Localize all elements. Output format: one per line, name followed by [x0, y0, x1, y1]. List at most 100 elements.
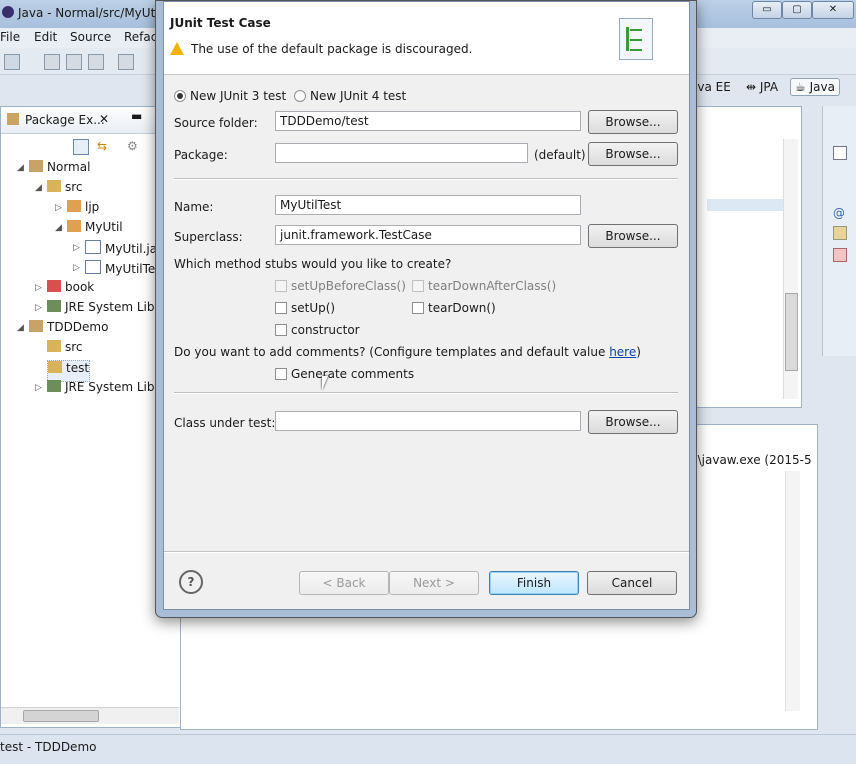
class-under-test-input[interactable]	[275, 411, 581, 431]
perspective-switcher: ava EE ⇹ JPA ☕ Java	[690, 76, 856, 102]
package-icon	[47, 280, 61, 292]
menu-source[interactable]: Source	[70, 30, 111, 44]
superclass-label: Superclass:	[174, 230, 243, 244]
collapse-all-icon[interactable]	[73, 139, 89, 155]
library-icon	[47, 380, 61, 392]
teardown-checkbox[interactable]	[412, 302, 424, 314]
tree-item-myutil-java[interactable]: ▷ MyUtil.ja	[73, 240, 157, 260]
declaration-icon[interactable]	[833, 226, 847, 240]
setupbeforeclass-checkbox[interactable]	[275, 280, 287, 292]
close-tab-icon[interactable]: ✕	[99, 112, 109, 126]
perspective-jpa[interactable]: ⇹ JPA	[746, 80, 778, 94]
status-text: test - TDDDemo	[0, 740, 97, 754]
problems-icon[interactable]	[833, 248, 847, 262]
tree-item-book[interactable]: ▷ book	[35, 280, 94, 300]
package-explorer-tabbar: Package Ex... ✕ ▬	[1, 107, 181, 134]
class-under-test-browse-button[interactable]: Browse...	[588, 410, 678, 434]
save-icon[interactable]	[44, 54, 60, 70]
print-icon[interactable]	[88, 54, 104, 70]
superclass-input[interactable]: junit.framework.TestCase	[275, 225, 581, 245]
tree-item-src[interactable]: ◢ src	[35, 180, 83, 200]
tree-item-myutil[interactable]: ◢ MyUtil	[55, 220, 123, 240]
teardownafterclass-checkbox[interactable]	[412, 280, 424, 292]
tree-label: book	[65, 280, 95, 294]
task-list-icon[interactable]	[833, 146, 847, 160]
java-file-icon	[85, 260, 101, 274]
menu-refactor[interactable]: Refac	[124, 30, 157, 44]
scrollbar-thumb[interactable]	[785, 293, 798, 371]
vertical-scrollbar[interactable]	[783, 139, 798, 399]
new-icon[interactable]	[4, 54, 20, 70]
source-folder-label: Source folder:	[174, 116, 258, 130]
package-explorer-tab[interactable]: Package Ex...	[25, 113, 105, 127]
dialog-title: JUnit Test Case	[170, 16, 271, 30]
package-input[interactable]	[275, 143, 528, 163]
tree-label: src	[65, 340, 83, 354]
tree-label: test	[66, 361, 90, 375]
tree-item-tdddemo-test[interactable]: test	[47, 360, 91, 382]
name-label: Name:	[174, 200, 214, 214]
junit4-label: New JUnit 4 test	[310, 89, 407, 103]
menu-edit[interactable]: Edit	[34, 30, 57, 44]
source-folder-browse-button[interactable]: Browse...	[588, 110, 678, 134]
comments-question-text: Do you want to add comments? (Configure …	[174, 345, 610, 359]
constructor-checkbox[interactable]	[275, 324, 287, 336]
package-icon	[67, 220, 81, 232]
cancel-button[interactable]: Cancel	[587, 571, 677, 595]
tree-item-myutiltest-java[interactable]: ▷ MyUtilTe	[73, 260, 155, 280]
menu-file[interactable]: File	[0, 30, 20, 44]
debug-icon[interactable]	[118, 54, 134, 70]
tree-label: JRE System Lib	[65, 300, 155, 314]
view-menu-icon[interactable]: ⚙	[127, 139, 141, 153]
package-browse-button[interactable]: Browse...	[588, 142, 678, 166]
close-window-button[interactable]: ✕	[812, 1, 854, 19]
name-input[interactable]: MyUtilTest	[275, 195, 581, 215]
dialog-body: JUnit Test Case The use of the default p…	[163, 1, 690, 610]
package-explorer-icon	[7, 113, 19, 125]
setup-checkbox[interactable]	[275, 302, 287, 314]
junit4-radio[interactable]	[294, 90, 306, 102]
tree-item-ljp[interactable]: ▷ ljp	[55, 200, 99, 220]
horizontal-scrollbar[interactable]	[1, 707, 179, 724]
dialog-message: The use of the default package is discou…	[191, 42, 473, 56]
finish-button[interactable]: Finish	[489, 571, 579, 595]
teardownafterclass-label: tearDownAfterClass()	[428, 279, 557, 293]
junit3-radio[interactable]	[174, 90, 186, 102]
superclass-browse-button[interactable]: Browse...	[588, 224, 678, 248]
generate-comments-checkbox[interactable]	[275, 368, 287, 380]
library-icon	[47, 300, 61, 312]
help-icon[interactable]: ?	[179, 570, 203, 594]
tree-item-normal[interactable]: ◢ Normal	[17, 160, 90, 180]
next-button[interactable]: Next >	[389, 571, 479, 595]
setup-label: setUp()	[291, 301, 336, 315]
javadoc-icon[interactable]: @	[833, 206, 845, 220]
collapsed-icon: ▷	[35, 383, 42, 393]
configure-templates-link[interactable]: here	[609, 345, 636, 359]
expanded-icon: ◢	[55, 223, 62, 233]
junit-wizard-banner-icon	[619, 18, 653, 60]
tree-item-jre-normal[interactable]: ▷ JRE System Lib	[35, 300, 154, 320]
collapsed-icon: ▷	[55, 203, 62, 213]
source-folder-icon	[47, 180, 61, 192]
separator	[174, 392, 678, 394]
tree-label: JRE System Lib	[65, 380, 155, 394]
console-scrollbar[interactable]	[785, 471, 800, 711]
back-button[interactable]: < Back	[299, 571, 389, 595]
tree-label: ljp	[85, 200, 100, 214]
minimize-view-icon[interactable]: ▬	[131, 109, 142, 123]
source-folder-icon	[48, 361, 62, 373]
comments-question-suffix: )	[636, 345, 641, 359]
tree-item-jre-tdddemo[interactable]: ▷ JRE System Lib	[35, 380, 154, 400]
link-with-editor-icon[interactable]: ⇆	[97, 139, 111, 153]
mouse-cursor-icon	[322, 376, 328, 390]
maximize-button[interactable]: ▢	[782, 1, 812, 19]
perspective-java[interactable]: ☕ Java	[790, 78, 840, 96]
minimize-button[interactable]: ▭	[752, 1, 782, 19]
tree-item-tdddemo-src[interactable]: src	[47, 340, 83, 360]
save-all-icon[interactable]	[66, 54, 82, 70]
scrollbar-thumb[interactable]	[23, 710, 99, 722]
tree-label: MyUtil	[85, 220, 123, 234]
tree-item-tdddemo[interactable]: ◢ TDDDemo	[17, 320, 108, 340]
right-trim-toolbar: @	[822, 106, 856, 356]
source-folder-input[interactable]: TDDDemo/test	[275, 111, 581, 131]
